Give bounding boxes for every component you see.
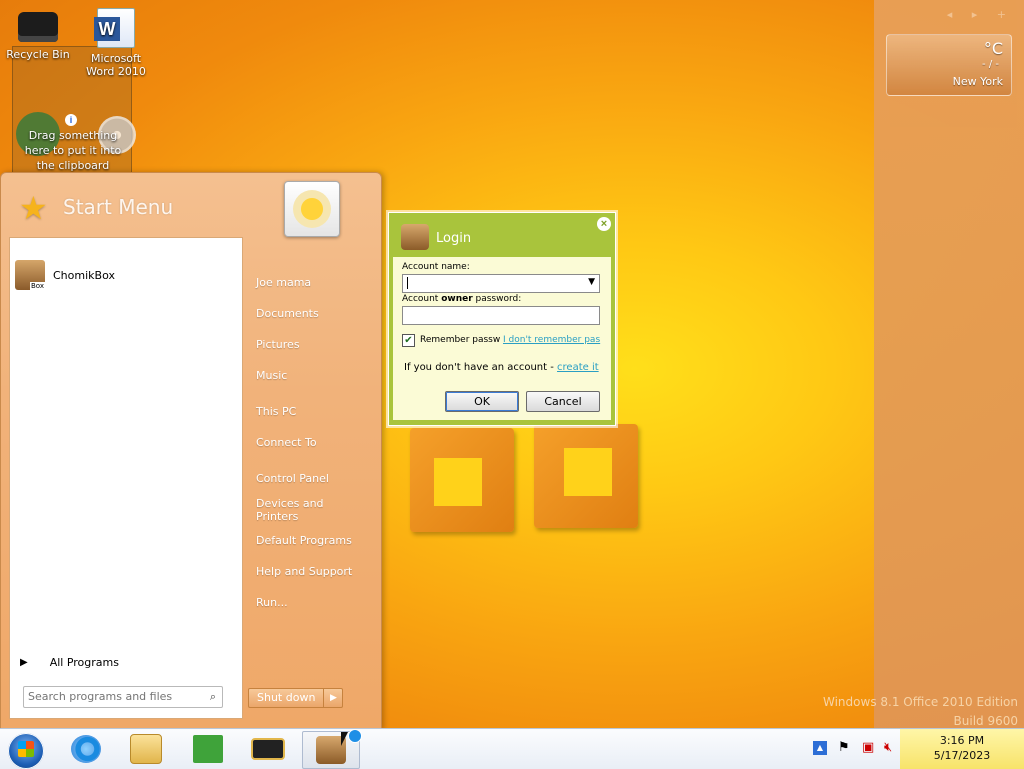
notification-badge [348, 729, 362, 743]
all-programs-label: All Programs [49, 656, 119, 669]
login-form: Account name: ▼ Account owner password: … [393, 257, 611, 420]
recycle-bin-shortcut[interactable]: Recycle Bin [2, 8, 74, 61]
start-item-documents[interactable]: Documents [256, 307, 319, 320]
start-item-connect-to[interactable]: Connect To [256, 436, 317, 449]
info-icon: i [65, 114, 77, 126]
internet-explorer-icon [71, 735, 101, 763]
clock-time: 3:16 PM [939, 734, 985, 747]
start-button[interactable] [8, 733, 44, 769]
weather-unit: °C [983, 39, 1003, 58]
start-menu-title: Start Menu [63, 195, 174, 219]
account-name-label: Account name: [402, 262, 470, 272]
password-label: Account owner password: [402, 294, 522, 304]
start-item-control-panel[interactable]: Control Panel [256, 472, 329, 485]
no-account-text: If you don't have an account - [404, 362, 558, 373]
chomikbox-logo-icon [401, 224, 429, 250]
chomikbox-icon [15, 260, 45, 290]
logo-block-left [410, 428, 514, 532]
watermark-edition: Windows 8.1 Office 2010 Edition [823, 695, 1018, 709]
shutdown-control: Shut down ▶ [248, 688, 344, 708]
chevron-down-icon[interactable]: ▼ [588, 277, 595, 287]
recycle-bin-icon [18, 12, 58, 42]
action-center-flag-icon[interactable]: ⚑ [838, 740, 850, 755]
all-programs-button[interactable]: ▶ All Programs [20, 656, 119, 669]
sidebar-nav-arrows[interactable]: ◂ ▸ + [947, 8, 1014, 21]
star-icon: ★ [19, 189, 48, 227]
shutdown-options-arrow-icon[interactable]: ▶ [324, 688, 344, 708]
text-caret [407, 277, 408, 289]
cancel-button[interactable]: Cancel [526, 391, 600, 412]
taskbar-ie[interactable] [58, 731, 114, 767]
network-error-icon[interactable]: ▣ [862, 740, 874, 755]
word-label: Microsoft Word 2010 [86, 52, 146, 78]
taskbar: ▲ ⚑ ▣ 🔇︎ 3:16 PM 5/17/2023 [0, 728, 1024, 769]
volume-muted-icon[interactable]: 🔇︎ [884, 740, 892, 755]
start-item-music[interactable]: Music [256, 369, 287, 382]
os-watermark: Windows 8.1 Office 2010 Edition Build 96… [823, 693, 1018, 731]
create-account-link[interactable]: create it [557, 362, 599, 373]
start-item-user[interactable]: Joe mama [256, 276, 311, 289]
weather-temp: - / - [982, 59, 999, 70]
start-item-run[interactable]: Run... [256, 596, 288, 609]
triangle-right-icon: ▶ [20, 657, 28, 668]
word-icon: W [94, 8, 135, 48]
user-avatar[interactable] [284, 181, 340, 237]
remember-password-label: Remember passw [420, 335, 501, 345]
program-list: ChomikBox ▶ All Programs ⌕ [9, 237, 243, 719]
clock-date: 5/17/2023 [933, 749, 991, 762]
password-field[interactable] [402, 306, 600, 325]
account-name-field[interactable]: ▼ [402, 274, 600, 293]
weather-city: New York [952, 75, 1003, 88]
start-item-help-support[interactable]: Help and Support [256, 565, 352, 578]
search-icon[interactable]: ⌕ [210, 690, 216, 704]
taskbar-explorer[interactable] [118, 731, 174, 767]
remember-password-checkbox[interactable]: ✔ [402, 334, 415, 347]
start-item-default-programs[interactable]: Default Programs [256, 534, 352, 547]
shutdown-button[interactable]: Shut down [248, 688, 325, 708]
start-item-pictures[interactable]: Pictures [256, 338, 300, 351]
ok-button[interactable]: OK [445, 391, 519, 412]
weather-gadget[interactable]: °C - / - New York [886, 34, 1012, 96]
windows-logo-icon [18, 741, 34, 757]
clipboard-hint: Drag something here to put it into the c… [24, 129, 122, 172]
taskbar-clock[interactable]: 3:16 PM 5/17/2023 [900, 729, 1024, 769]
mouse-cursor-icon [341, 732, 348, 746]
logo-block-right [534, 424, 638, 528]
recycle-bin-label: Recycle Bin [6, 48, 70, 61]
store-icon [193, 735, 223, 763]
start-item-devices-printers[interactable]: Devices and Printers [256, 497, 326, 523]
login-title: Login [436, 231, 472, 246]
file-explorer-icon [130, 734, 162, 764]
program-item-chomikbox[interactable]: ChomikBox [15, 260, 115, 290]
media-app-icon [251, 738, 285, 760]
word-shortcut[interactable]: W Microsoft Word 2010 [80, 8, 152, 78]
program-label: ChomikBox [53, 268, 115, 282]
start-menu: ★ Start Menu ChomikBox ▶ All Programs ⌕ … [0, 172, 382, 730]
show-hidden-icons-icon[interactable]: ▲ [813, 741, 827, 755]
close-icon[interactable]: × [597, 217, 611, 231]
gadget-sidebar: ◂ ▸ + [874, 0, 1024, 728]
no-account-line: If you don't have an account - create it [404, 362, 599, 373]
start-search-input[interactable] [24, 687, 202, 705]
taskbar-media[interactable] [240, 731, 296, 767]
start-search-box[interactable]: ⌕ [23, 686, 223, 708]
start-item-this-pc[interactable]: This PC [256, 405, 296, 418]
taskbar-store[interactable] [180, 731, 236, 767]
forgot-password-link[interactable]: I don't remember pas [503, 335, 600, 345]
login-dialog: Login × Account name: ▼ Account owner pa… [388, 212, 616, 426]
